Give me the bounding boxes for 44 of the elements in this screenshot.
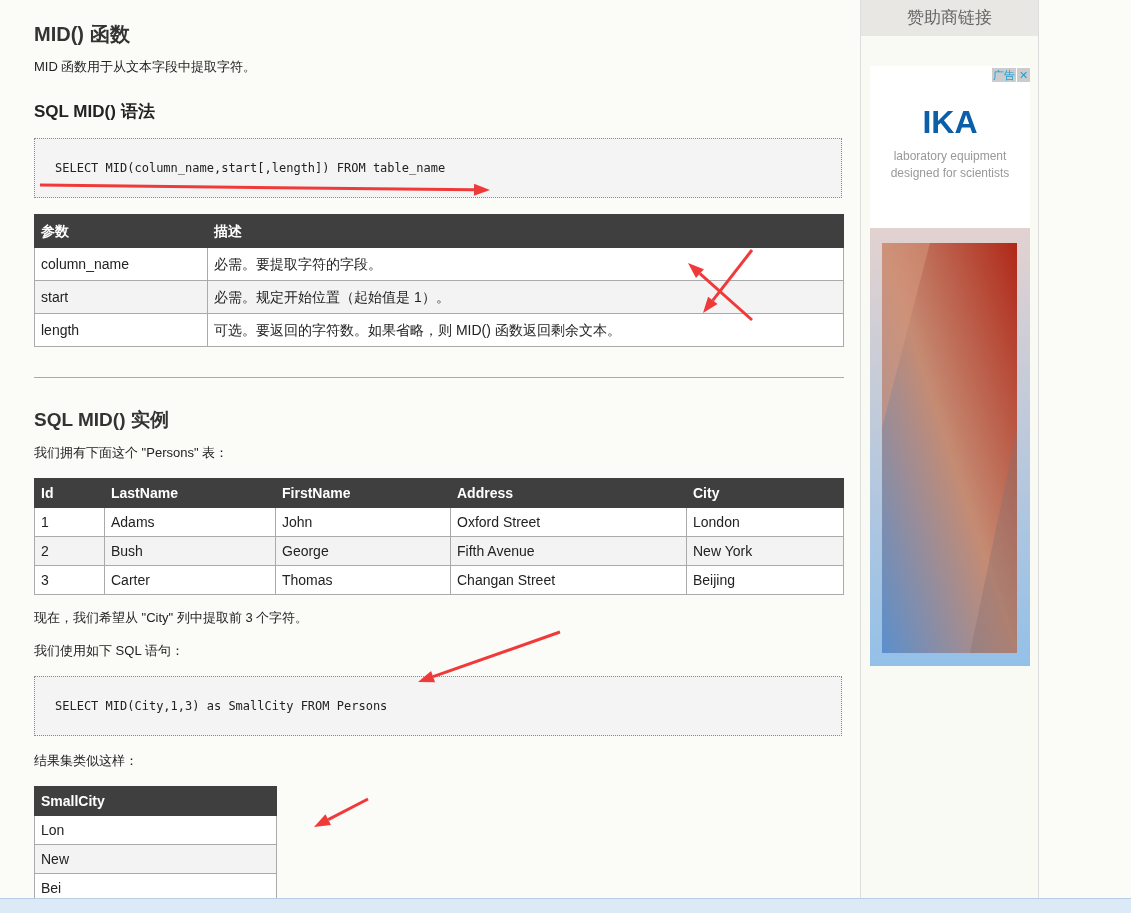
- ad-tagline: laboratory equipment designed for scientists: [889, 148, 1011, 182]
- column-header: Address: [450, 478, 687, 508]
- example-intro: 我们拥有下面这个 "Persons" 表：: [34, 444, 230, 462]
- sidebar-title: 赞助商链接: [861, 0, 1038, 36]
- table-cell: Fifth Avenue: [450, 536, 687, 566]
- table-cell: Thomas: [275, 565, 451, 595]
- ad-badge: 广告: [992, 68, 1016, 82]
- table-cell: New: [34, 844, 277, 874]
- table-cell: start: [34, 280, 208, 314]
- table-cell: Changan Street: [450, 565, 687, 595]
- section-heading: SQL MID() 实例: [34, 408, 170, 432]
- table-cell: Lon: [34, 815, 277, 845]
- table-cell: Carter: [104, 565, 276, 595]
- code-text: SELECT MID(column_name,start[,length]) FROM table_name: [55, 161, 446, 175]
- table-cell: London: [686, 507, 844, 537]
- table-cell: George: [275, 536, 451, 566]
- table-cell: column_name: [34, 247, 208, 281]
- table-cell: New York: [686, 536, 844, 566]
- column-header: 描述: [207, 214, 844, 248]
- intro-text: MID 函数用于从文本字段中提取字符。: [34, 58, 258, 76]
- section-heading: SQL MID() 语法: [34, 102, 156, 122]
- column-header: FirstName: [275, 478, 451, 508]
- table-cell: Beijing: [686, 565, 844, 595]
- goal-text: 现在，我们希望从 "City" 列中提取前 3 个字符。: [34, 609, 310, 627]
- column-header: Id: [34, 478, 105, 508]
- query-intro: 我们使用如下 SQL 语句：: [34, 642, 185, 660]
- code-text: SELECT MID(City,1,3) as SmallCity FROM Persons: [55, 699, 388, 713]
- table-cell: Bush: [104, 536, 276, 566]
- column-header: City: [686, 478, 844, 508]
- table-cell: 3: [34, 565, 105, 595]
- column-header: 参数: [34, 214, 208, 248]
- result-intro: 结果集类似这样：: [34, 752, 139, 770]
- table-cell: 可选。要返回的字符数。如果省略，则 MID() 函数返回剩余文本。: [207, 313, 844, 347]
- ad-logo: IKA: [922, 106, 978, 138]
- column-header: SmallCity: [34, 786, 277, 816]
- column-header: LastName: [104, 478, 276, 508]
- table-cell: length: [34, 313, 208, 347]
- close-button[interactable]: ✕: [1017, 68, 1030, 82]
- page-title: MID() 函数: [34, 22, 131, 46]
- table-cell: 2: [34, 536, 105, 566]
- table-cell: John: [275, 507, 451, 537]
- table-cell: 1: [34, 507, 105, 537]
- table-cell: Adams: [104, 507, 276, 537]
- table-cell: Oxford Street: [450, 507, 687, 537]
